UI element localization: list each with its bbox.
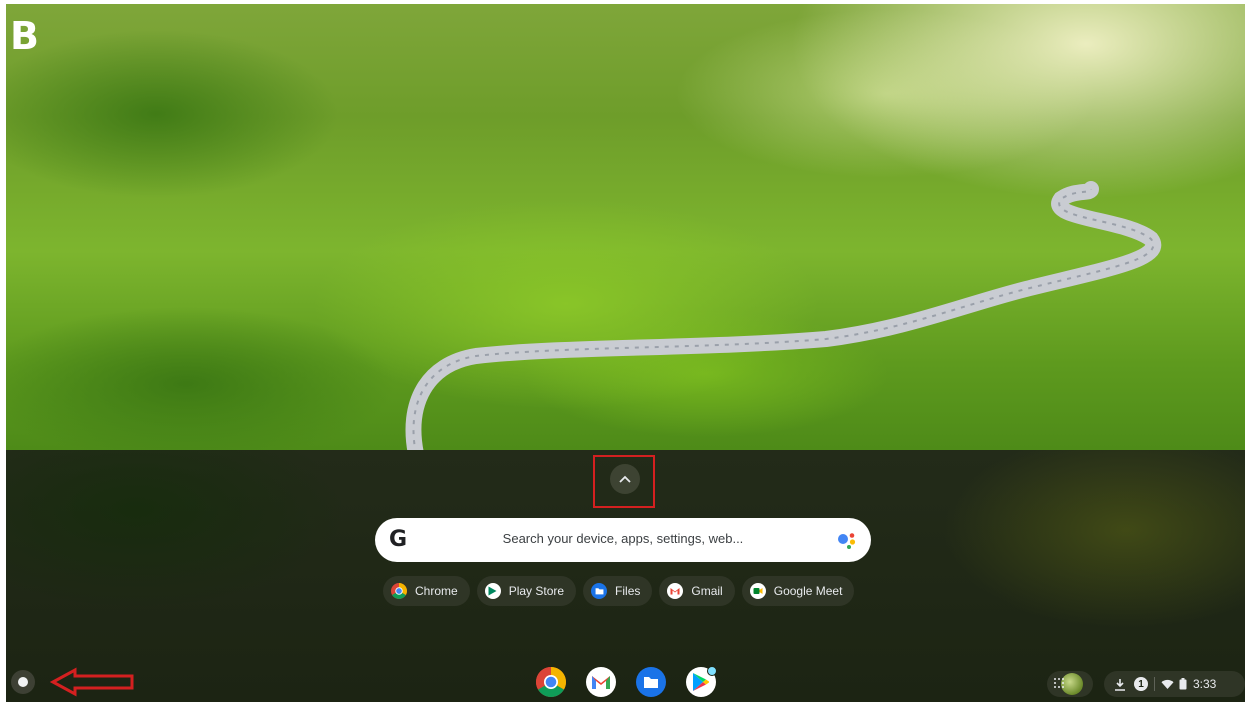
- chrome-icon: [391, 583, 407, 599]
- suggestion-chip-chrome[interactable]: Chrome: [383, 576, 470, 606]
- annotation-arrow-icon: [50, 667, 134, 697]
- annotation-label: B: [10, 14, 39, 58]
- battery-icon: [1179, 678, 1187, 690]
- suggestion-chip-play-store[interactable]: Play Store: [476, 576, 577, 606]
- suggestion-chip-label: Files: [615, 584, 641, 598]
- notification-dot: [707, 666, 717, 676]
- play-store-icon: [484, 583, 501, 599]
- suggestion-chip-label: Gmail: [691, 584, 723, 598]
- suggestion-chip-gmail[interactable]: Gmail: [659, 576, 735, 606]
- shelf-play-store-icon[interactable]: [686, 666, 717, 697]
- launcher-circle-icon: [18, 677, 28, 687]
- clock-time: 3:33: [1193, 677, 1217, 691]
- suggestion-chip-files[interactable]: Files: [583, 576, 653, 606]
- shelf-files-icon[interactable]: [636, 667, 666, 697]
- annotation-highlight-box: [593, 455, 655, 508]
- launcher-search-box[interactable]: G Search your device, apps, settings, we…: [375, 518, 871, 562]
- tray-separator: [1154, 677, 1155, 691]
- google-meet-icon: [749, 583, 766, 599]
- wallpaper-road: [405, 181, 1162, 454]
- wifi-icon: [1161, 679, 1174, 689]
- shelf: 1 3:33: [6, 659, 1245, 702]
- holding-space-button[interactable]: [1047, 671, 1093, 697]
- notification-count-badge: 1: [1134, 677, 1148, 691]
- suggestion-chip-label: Chrome: [415, 584, 458, 598]
- app-suggestion-chips: Chrome Play Store Files Gmail Google Mee…: [383, 576, 855, 606]
- files-icon: [591, 583, 608, 599]
- suggestion-chip-label: Google Meet: [773, 584, 843, 598]
- shelf-chrome-icon[interactable]: [536, 667, 566, 697]
- screen-grid-icon: [1054, 678, 1064, 688]
- suggestion-chip-label: Play Store: [508, 584, 565, 598]
- shelf-gmail-icon[interactable]: [586, 667, 616, 697]
- shelf-pinned-apps: [536, 666, 717, 697]
- suggestion-chip-google-meet[interactable]: Google Meet: [741, 576, 855, 606]
- search-input[interactable]: Search your device, apps, settings, web.…: [375, 531, 871, 546]
- launcher-button[interactable]: [11, 670, 35, 694]
- google-assistant-icon[interactable]: [837, 532, 859, 550]
- download-icon: [1115, 678, 1125, 691]
- gmail-icon: [667, 583, 684, 599]
- status-tray[interactable]: 1 3:33: [1104, 671, 1245, 697]
